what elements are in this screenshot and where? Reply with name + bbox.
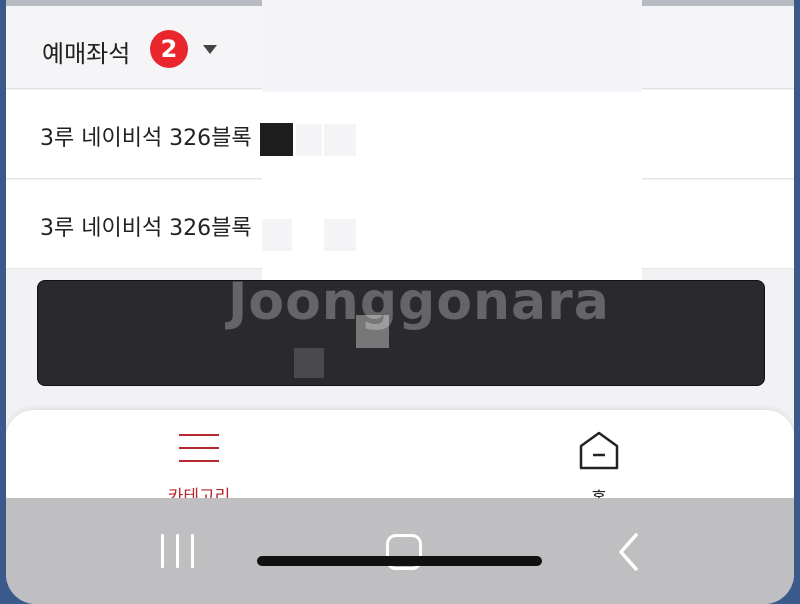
nav-item-home[interactable]: 홈 bbox=[499, 410, 699, 509]
seat-label: 3루 네이비석 326블록 bbox=[40, 216, 252, 241]
seat-label: 3루 네이비석 326블록 bbox=[40, 126, 252, 151]
page-title: 예매좌석 bbox=[42, 40, 131, 68]
back-icon[interactable] bbox=[616, 532, 642, 572]
phone-screen: 예매좌석 2 3루 네이비석 326블록 3루 네이비석 326블록 Joong… bbox=[6, 0, 794, 604]
recent-apps-icon[interactable] bbox=[161, 534, 197, 568]
hamburger-menu-icon bbox=[179, 434, 219, 462]
redaction-block bbox=[296, 124, 322, 156]
watermark: Joonggonara bbox=[228, 272, 610, 332]
chevron-down-icon[interactable] bbox=[203, 45, 217, 54]
nav-item-category[interactable]: 카테고리 bbox=[99, 410, 299, 507]
gesture-handle[interactable] bbox=[257, 556, 542, 566]
seat-count-badge: 2 bbox=[150, 30, 188, 68]
redaction-block bbox=[262, 219, 292, 251]
redaction-block bbox=[324, 124, 356, 156]
redaction-block bbox=[324, 219, 356, 251]
redaction-block bbox=[294, 348, 324, 378]
home-icon bbox=[579, 431, 619, 470]
redaction-block bbox=[260, 123, 293, 156]
bottom-nav: 카테고리 홈 bbox=[6, 410, 794, 509]
redaction-overlay-top bbox=[262, 0, 642, 92]
system-nav-bar bbox=[6, 498, 794, 604]
